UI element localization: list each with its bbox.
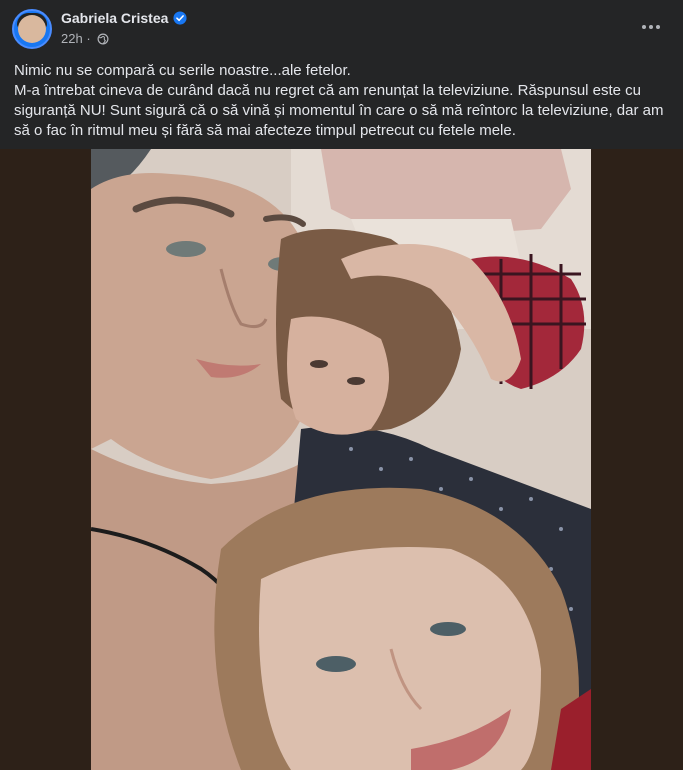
post-media[interactable] [0, 149, 683, 770]
post-time[interactable]: 22h [61, 31, 83, 46]
post-text: Nimic nu se compară cu serile noastre...… [14, 61, 664, 141]
meta-separator: · [82, 31, 91, 46]
facebook-post: Gabriela Cristea 22h · Nimic nu se compa… [0, 0, 683, 770]
author-avatar[interactable] [12, 9, 52, 49]
post-text-line-1: Nimic nu se compară cu serile noastre...… [14, 62, 351, 79]
post-photo[interactable] [91, 149, 591, 770]
post-header: Gabriela Cristea 22h · [0, 0, 683, 56]
post-meta: 22h · [61, 31, 109, 46]
more-options-icon[interactable] [637, 13, 665, 41]
globe-icon[interactable] [97, 33, 109, 45]
verified-badge-icon [173, 11, 187, 25]
author-name[interactable]: Gabriela Cristea [61, 10, 168, 26]
post-text-line-2: M-a întrebat cineva de curând dacă nu re… [14, 82, 664, 139]
avatar-face [18, 15, 46, 43]
